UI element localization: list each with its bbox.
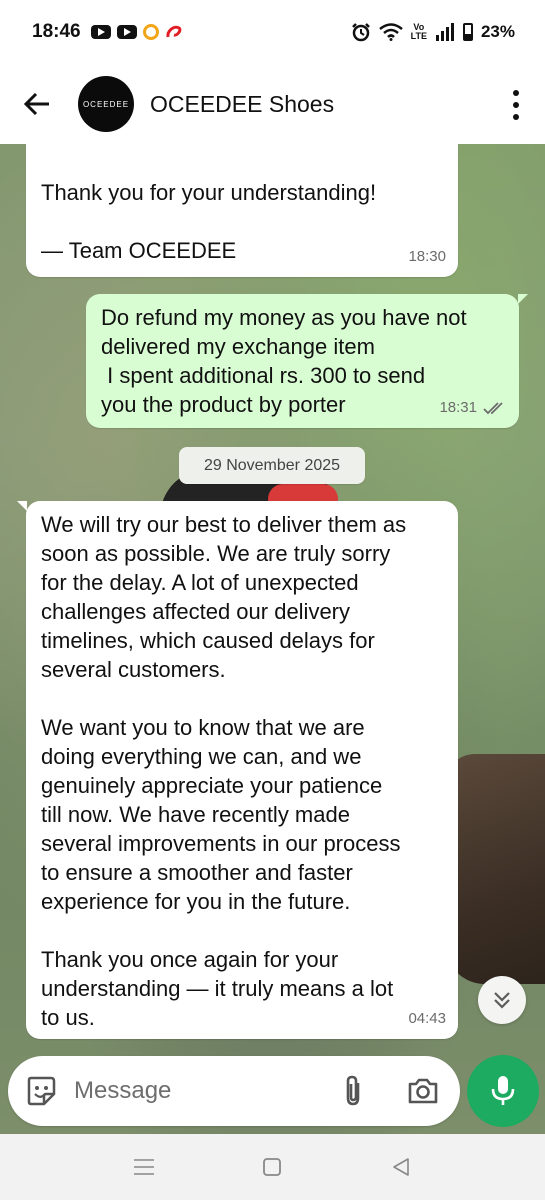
- scroll-down-button[interactable]: [478, 976, 526, 1024]
- incoming-message[interactable]: Thank you for your understanding! — Team…: [26, 144, 458, 277]
- wifi-icon: [378, 23, 403, 41]
- attach-icon[interactable]: [338, 1074, 368, 1108]
- message-timestamp: 04:43: [408, 1010, 446, 1027]
- youtube-icon: [116, 25, 137, 39]
- airtel-icon: [166, 25, 182, 38]
- battery-icon: [462, 23, 473, 41]
- status-left: 18:46: [32, 21, 183, 43]
- message-timestamp: 18:31: [439, 399, 477, 416]
- message-time: 04:43: [408, 1004, 446, 1033]
- avatar[interactable]: OCEEDEE: [78, 76, 134, 132]
- chat-area[interactable]: Thank you for your understanding! — Team…: [0, 144, 545, 1134]
- nav-recents-button[interactable]: [124, 1147, 164, 1187]
- message-timestamp: 18:30: [408, 248, 446, 265]
- alarm-icon: [351, 23, 370, 42]
- contact-name[interactable]: OCEEDEE Shoes: [150, 91, 334, 118]
- status-time: 18:46: [32, 21, 81, 42]
- status-right: Vo LTE 23%: [351, 22, 515, 42]
- mic-icon: [491, 1076, 515, 1105]
- message-time: 18:31: [439, 393, 507, 422]
- message-text: Thank you for your understanding! — Team…: [41, 180, 377, 263]
- mic-button[interactable]: [467, 1055, 539, 1127]
- avatar-logo-text: OCEEDEE: [82, 99, 130, 109]
- camera-icon[interactable]: [406, 1074, 440, 1108]
- volte-indicator: Vo LTE: [411, 23, 427, 41]
- dot: [513, 90, 519, 96]
- dot: [513, 114, 519, 120]
- wallpaper-branch: [445, 754, 545, 984]
- message-composer: [8, 1056, 460, 1126]
- scroll-down-icon: [494, 992, 510, 1009]
- chat-header: OCEEDEE OCEEDEE Shoes: [0, 64, 545, 144]
- nav-home-icon: [263, 1158, 282, 1176]
- back-button[interactable]: [22, 89, 52, 119]
- outgoing-message[interactable]: Do refund my money as you have not deliv…: [86, 294, 528, 428]
- youtube-icon: [90, 25, 111, 39]
- message-time: 18:30: [408, 242, 446, 271]
- message-text: We will try our best to deliver them as …: [41, 512, 407, 1030]
- dot: [513, 102, 519, 108]
- system-nav-bar: [0, 1134, 545, 1200]
- sticker-icon[interactable]: [24, 1074, 58, 1108]
- signal-icon: [435, 23, 454, 41]
- incoming-message[interactable]: We will try our best to deliver them as …: [17, 501, 458, 1039]
- battery-percent: 23%: [480, 22, 515, 41]
- volte-bottom: LTE: [410, 31, 427, 41]
- nav-home-button[interactable]: [252, 1147, 292, 1187]
- notification-ring-icon: [142, 24, 159, 40]
- status-bar: 18:46 Vo LTE 23%: [0, 0, 545, 64]
- nav-back-button[interactable]: [381, 1147, 421, 1187]
- notification-icons: [90, 24, 183, 40]
- nav-recents-icon: [134, 1159, 155, 1175]
- more-vert-icon[interactable]: [511, 90, 521, 120]
- date-separator: 29 November 2025: [179, 447, 365, 484]
- nav-back-icon: [393, 1158, 409, 1176]
- read-ticks-icon: [483, 401, 503, 414]
- back-arrow-icon: [23, 92, 49, 116]
- message-input[interactable]: [74, 1077, 314, 1105]
